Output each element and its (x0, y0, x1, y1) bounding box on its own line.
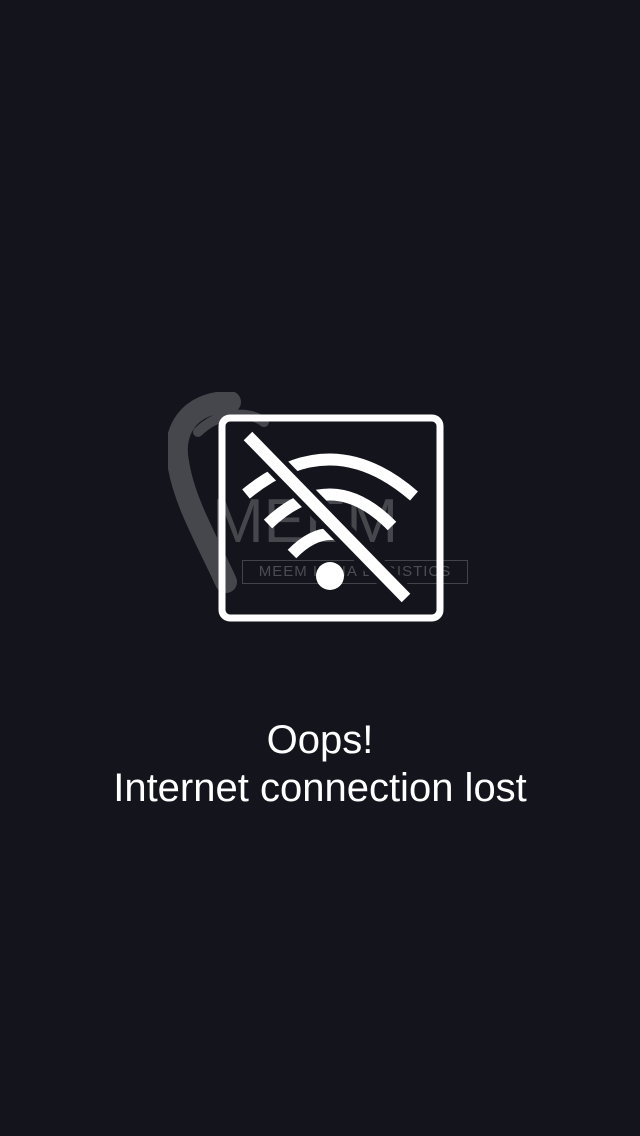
error-text: Internet connection lost (113, 766, 527, 810)
error-message: Oops! Internet connection lost (0, 716, 640, 812)
error-title: Oops! (266, 718, 374, 762)
no-wifi-icon (218, 414, 444, 622)
wifi-dot (316, 562, 344, 590)
offline-screen: MEEM MEEM INDIA LOGISTICS Oops! Internet… (0, 0, 640, 1136)
